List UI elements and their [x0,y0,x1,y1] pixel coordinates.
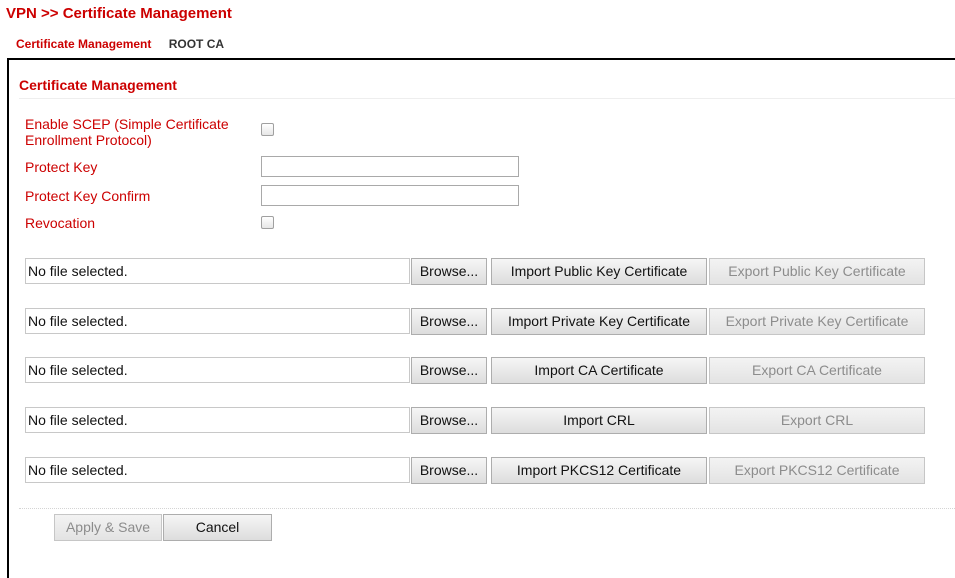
protect-key-confirm-input[interactable] [261,185,519,206]
revocation-label: Revocation [25,215,96,231]
import-pkcs12-certificate-button[interactable]: Import PKCS12 Certificate [491,457,707,484]
browse-button[interactable]: Browse... [411,308,487,335]
page-title: VPN >> Certificate Management [6,5,232,22]
panel-divider [19,98,955,99]
browse-button[interactable]: Browse... [411,258,487,285]
panel-title: Certificate Management [19,77,177,93]
public-key-cert-row: No file selected. Browse... Import Publi… [25,258,925,285]
tab-certificate-management[interactable]: Certificate Management [16,37,151,51]
file-input[interactable]: No file selected. [25,407,410,433]
export-public-key-certificate-button[interactable]: Export Public Key Certificate [709,258,925,285]
file-input[interactable]: No file selected. [25,357,410,383]
export-pkcs12-certificate-button[interactable]: Export PKCS12 Certificate [709,457,925,484]
import-private-key-certificate-button[interactable]: Import Private Key Certificate [491,308,707,335]
private-key-cert-row: No file selected. Browse... Import Priva… [25,308,925,335]
browse-button[interactable]: Browse... [411,407,487,434]
apply-save-button[interactable]: Apply & Save [54,514,162,541]
enable-scep-checkbox[interactable] [261,123,274,136]
protect-key-confirm-label: Protect Key Confirm [25,188,151,204]
ca-cert-row: No file selected. Browse... Import CA Ce… [25,357,925,384]
import-public-key-certificate-button[interactable]: Import Public Key Certificate [491,258,707,285]
import-ca-certificate-button[interactable]: Import CA Certificate [491,357,707,384]
import-crl-button[interactable]: Import CRL [491,407,707,434]
export-ca-certificate-button[interactable]: Export CA Certificate [709,357,925,384]
file-input[interactable]: No file selected. [25,258,410,284]
cancel-button[interactable]: Cancel [163,514,272,541]
protect-key-label: Protect Key [25,159,98,175]
protect-key-input[interactable] [261,156,519,177]
tab-root-ca[interactable]: ROOT CA [169,37,224,51]
browse-button[interactable]: Browse... [411,357,487,384]
export-crl-button[interactable]: Export CRL [709,407,925,434]
tab-bar: Certificate Management ROOT CA [16,37,238,51]
export-private-key-certificate-button[interactable]: Export Private Key Certificate [709,308,925,335]
file-input[interactable]: No file selected. [25,457,410,483]
crl-row: No file selected. Browse... Import CRL E… [25,407,925,434]
enable-scep-label: Enable SCEP (Simple Certificate Enrollme… [25,116,229,148]
pkcs12-cert-row: No file selected. Browse... Import PKCS1… [25,457,925,484]
revocation-checkbox[interactable] [261,216,274,229]
footer-divider [19,508,955,509]
browse-button[interactable]: Browse... [411,457,487,484]
file-input[interactable]: No file selected. [25,308,410,334]
